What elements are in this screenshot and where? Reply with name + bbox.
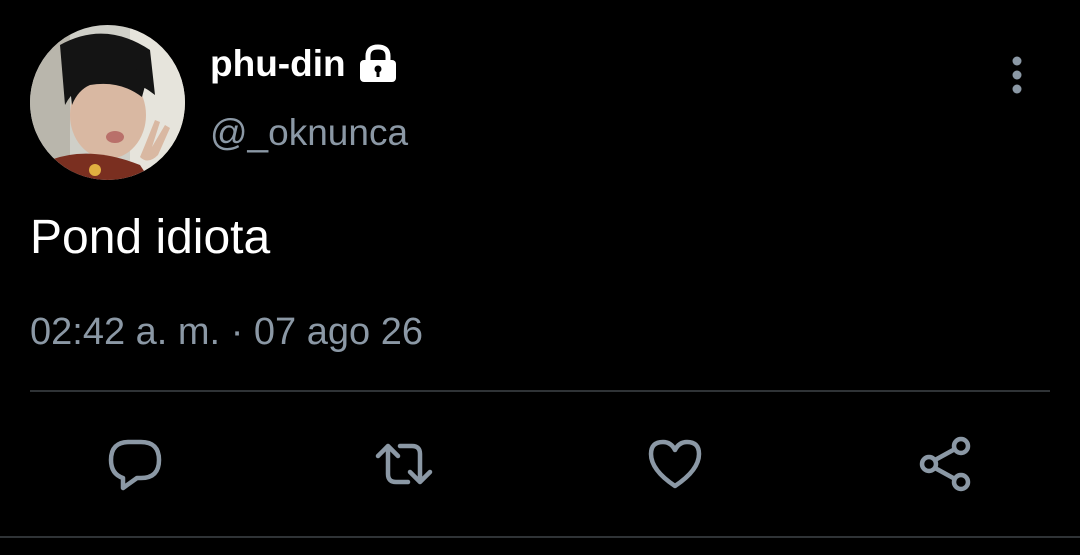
tweet-date: 07 ago 26 xyxy=(253,311,423,353)
tweet-timestamp[interactable]: 02:42 a. m. · 07 ago 26 xyxy=(30,311,423,354)
tweet-time: 02:42 a. m. xyxy=(30,311,221,353)
user-handle[interactable]: @_oknunca xyxy=(210,112,408,154)
tweet-detail: phu-din @_oknunca Pond idiota 02:42 a. m… xyxy=(0,0,1080,555)
avatar-photo xyxy=(30,25,185,180)
divider xyxy=(30,390,1050,392)
timestamp-separator: · xyxy=(230,311,244,353)
comment-icon xyxy=(108,439,162,491)
display-name-row: phu-din xyxy=(210,43,400,85)
lock-icon xyxy=(356,44,400,84)
share-icon xyxy=(919,436,971,492)
heart-icon xyxy=(648,439,702,489)
share-button[interactable] xyxy=(913,432,977,496)
avatar[interactable] xyxy=(30,25,185,180)
like-button[interactable] xyxy=(643,432,707,496)
reply-button[interactable] xyxy=(103,432,167,496)
retweet-button[interactable] xyxy=(372,432,436,496)
display-name[interactable]: phu-din xyxy=(210,43,346,85)
retweet-icon xyxy=(375,443,433,485)
bottom-divider xyxy=(0,536,1080,538)
tweet-text: Pond idiota xyxy=(30,211,271,264)
more-options-icon[interactable] xyxy=(1000,55,1034,97)
